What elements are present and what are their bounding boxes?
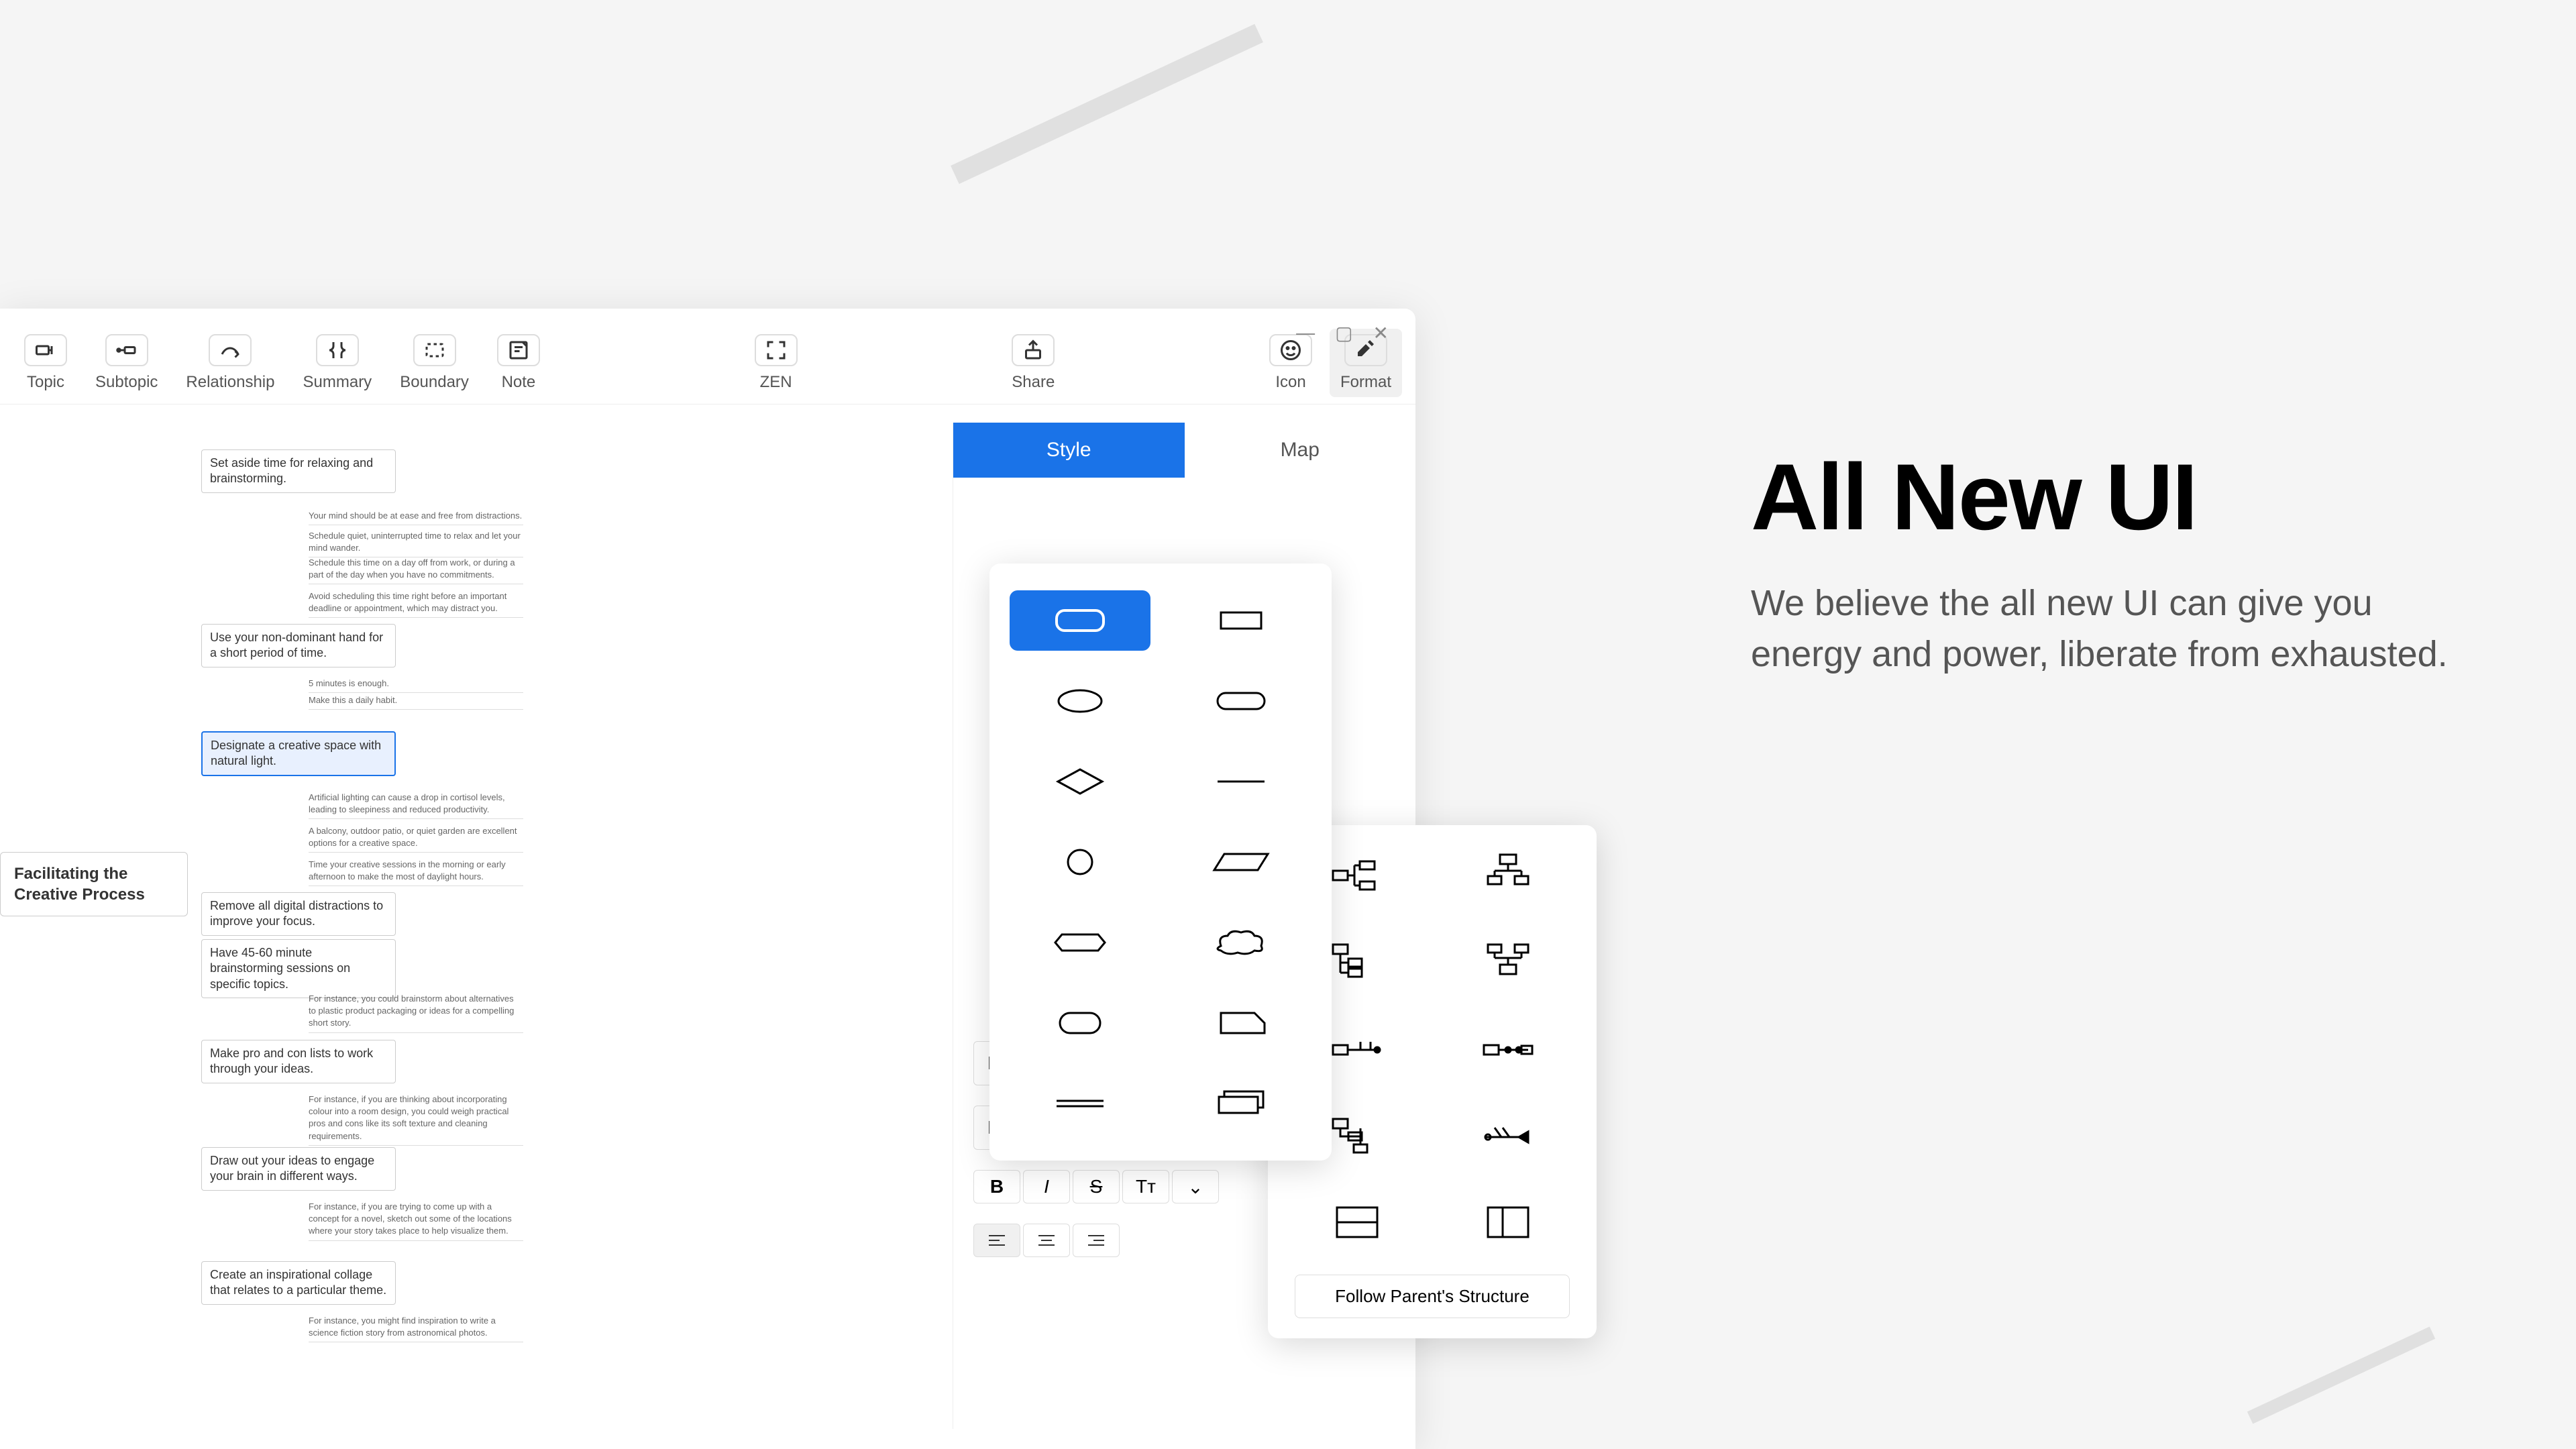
shape-cloud[interactable] [1171, 912, 1311, 973]
marketing-title: All New UI [1751, 443, 2455, 551]
branch-node[interactable]: Make pro and con lists to work through y… [201, 1040, 396, 1083]
shape-diamond[interactable] [1010, 751, 1150, 812]
shape-picker-popup [989, 564, 1332, 1161]
shape-underline[interactable] [1171, 751, 1311, 812]
root-topic[interactable]: Facilitating the Creative Process [0, 852, 188, 916]
maximize-icon[interactable]: ▢ [1335, 322, 1352, 344]
strikethrough-button[interactable]: S [1073, 1170, 1120, 1203]
structure-timeline-dots[interactable] [1446, 1020, 1570, 1080]
toolbar: Topic Subtopic Relationship Summary Boun… [0, 309, 1415, 405]
topic-button[interactable]: Topic [13, 329, 78, 397]
structure-fishbone[interactable] [1446, 1107, 1570, 1167]
panel-tabs: Style Map [953, 423, 1415, 478]
leaf-node[interactable]: For instance, you might find inspiration… [309, 1315, 523, 1342]
branch-node-selected[interactable]: Designate a creative space with natural … [201, 731, 396, 776]
shape-hexagon[interactable] [1010, 912, 1150, 973]
subtopic-icon [105, 334, 148, 366]
leaf-node[interactable]: Schedule this time on a day off from wor… [309, 557, 523, 584]
structure-org-up[interactable] [1446, 932, 1570, 993]
shape-capsule[interactable] [1171, 671, 1311, 731]
shape-ellipse[interactable] [1010, 671, 1150, 731]
structure-org-down[interactable] [1446, 845, 1570, 906]
leaf-node[interactable]: A balcony, outdoor patio, or quiet garde… [309, 825, 523, 853]
close-icon[interactable]: ✕ [1373, 322, 1389, 344]
leaf-node[interactable]: 5 minutes is enough. [309, 678, 523, 693]
leaf-node[interactable]: Schedule quiet, uninterrupted time to re… [309, 530, 523, 557]
textcase-dropdown[interactable]: ⌄ [1172, 1170, 1219, 1203]
note-icon [497, 334, 540, 366]
shape-rounded-rect[interactable] [1010, 590, 1150, 651]
shape-double-line[interactable] [1010, 1073, 1150, 1134]
topic-icon [24, 334, 67, 366]
minimize-icon[interactable]: — [1296, 322, 1315, 344]
follow-parent-button[interactable]: Follow Parent's Structure [1295, 1275, 1570, 1318]
branch-node[interactable]: Draw out your ideas to engage your brain… [201, 1147, 396, 1191]
shape-rounded-square[interactable] [1010, 993, 1150, 1053]
note-button[interactable]: Note [486, 329, 551, 397]
boundary-button[interactable]: Boundary [389, 329, 480, 397]
mindmap: ! Facilitating the Creative Process Set … [0, 423, 953, 476]
align-center-button[interactable] [1023, 1224, 1070, 1257]
share-button[interactable]: Share [1001, 329, 1065, 397]
align-right-button[interactable] [1073, 1224, 1120, 1257]
subtopic-button[interactable]: Subtopic [85, 329, 168, 397]
decorative-line [2247, 1327, 2435, 1424]
branch-node[interactable]: Remove all digital distractions to impro… [201, 892, 396, 936]
textcase-button[interactable]: Tᴛ [1122, 1170, 1169, 1203]
marketing-body: We believe the all new UI can give you e… [1751, 578, 2455, 680]
shape-rect[interactable] [1171, 590, 1311, 651]
marketing-copy: All New UI We believe the all new UI can… [1751, 443, 2455, 680]
branch-node[interactable]: Use your non-dominant hand for a short p… [201, 624, 396, 667]
leaf-node[interactable]: Time your creative sessions in the morni… [309, 859, 523, 886]
align-left-button[interactable] [973, 1224, 1020, 1257]
shape-circle[interactable] [1010, 832, 1150, 892]
leaf-node[interactable]: For instance, if you are thinking about … [309, 1093, 523, 1146]
tab-map[interactable]: Map [1185, 423, 1416, 478]
canvas[interactable]: ! Facilitating the Creative Process Set … [0, 423, 953, 1429]
bold-button[interactable]: B [973, 1170, 1020, 1203]
tab-style[interactable]: Style [953, 423, 1185, 478]
relationship-icon [209, 334, 252, 366]
decorative-line [951, 24, 1263, 184]
summary-button[interactable]: Summary [292, 329, 383, 397]
leaf-node[interactable]: For instance, you could brainstorm about… [309, 993, 523, 1033]
zen-icon [755, 334, 798, 366]
shape-cut-corner[interactable] [1171, 993, 1311, 1053]
leaf-node[interactable]: Your mind should be at ease and free fro… [309, 510, 523, 525]
branch-node[interactable]: Have 45-60 minute brainstorming sessions… [201, 939, 396, 998]
shape-stack[interactable] [1171, 1073, 1311, 1134]
leaf-node[interactable]: Make this a daily habit. [309, 694, 523, 710]
leaf-node[interactable]: Avoid scheduling this time right before … [309, 590, 523, 618]
relationship-button[interactable]: Relationship [175, 329, 285, 397]
share-icon [1012, 334, 1055, 366]
window-controls: — ▢ ✕ [1296, 322, 1389, 344]
leaf-node[interactable]: Artificial lighting can cause a drop in … [309, 792, 523, 819]
summary-icon [316, 334, 359, 366]
leaf-node[interactable]: For instance, if you are trying to come … [309, 1201, 523, 1241]
boundary-icon [413, 334, 456, 366]
branch-node[interactable]: Set aside time for relaxing and brainsto… [201, 449, 396, 493]
structure-matrix-cols[interactable] [1446, 1194, 1570, 1254]
branch-node[interactable]: Create an inspirational collage that rel… [201, 1261, 396, 1305]
shape-parallelogram[interactable] [1171, 832, 1311, 892]
italic-button[interactable]: I [1023, 1170, 1070, 1203]
structure-matrix-rows[interactable] [1295, 1194, 1419, 1254]
zen-button[interactable]: ZEN [744, 329, 808, 397]
